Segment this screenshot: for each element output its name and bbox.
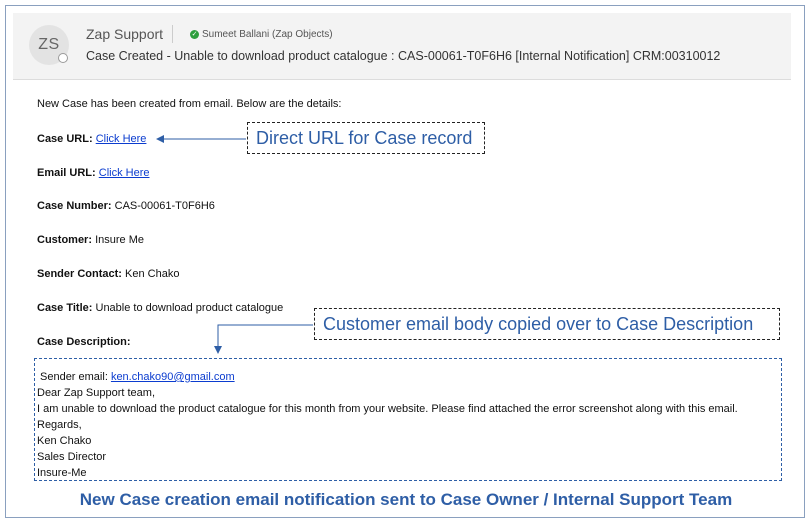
email-url-link[interactable]: Click Here [99, 167, 150, 179]
description-line: Dear Zap Support team, [37, 387, 156, 399]
online-check-icon: ✓ [190, 30, 199, 39]
sender-contact-label: Sender Contact: [37, 268, 122, 280]
customer-value: Insure Me [95, 234, 144, 246]
case-description-label: Case Description: [37, 336, 131, 348]
description-line: Insure-Me [37, 467, 87, 479]
email-subject: Case Created - Unable to download produc… [86, 49, 721, 63]
description-line: Ken Chako [37, 435, 92, 447]
description-line: Sales Director [37, 451, 107, 463]
email-url-label: Email URL: [37, 167, 96, 179]
case-title-row: Case Title: Unable to download product c… [37, 302, 283, 314]
email-header: ZS Zap Support ✓ Sumeet Ballani (Zap Obj… [13, 13, 791, 80]
sender-email-label: Sender email: [40, 371, 108, 383]
figure-caption: New Case creation email notification sen… [79, 490, 733, 509]
case-title-value: Unable to download product catalogue [95, 302, 284, 314]
body-intro: New Case has been created from email. Be… [37, 98, 342, 110]
case-number-label: Case Number: [37, 200, 112, 212]
case-title-label: Case Title: [37, 302, 93, 314]
avatar-initials: ZS [38, 36, 60, 53]
sender-email-link[interactable]: ken.chako90@gmail.com [111, 371, 235, 383]
customer-label: Customer: [37, 234, 93, 246]
case-url-label: Case URL: [37, 133, 93, 145]
on-behalf-of[interactable]: ✓ Sumeet Ballani (Zap Objects) [190, 29, 333, 40]
callout-description: Customer email body copied over to Case … [314, 308, 780, 340]
description-line: I am unable to download the product cata… [37, 403, 738, 415]
sender-name[interactable]: Zap Support [86, 26, 163, 42]
case-url-link[interactable]: Click Here [96, 133, 147, 145]
case-url-row: Case URL: Click Here [37, 133, 146, 145]
sender-email-row: Sender email: ken.chako90@gmail.com [40, 371, 235, 383]
sender-contact-row: Sender Contact: Ken Chako [37, 268, 179, 280]
case-number-value: CAS-00061-T0F6H6 [114, 200, 215, 212]
sender-contact-value: Ken Chako [125, 268, 180, 280]
callout-case-url: Direct URL for Case record [247, 122, 485, 154]
customer-row: Customer: Insure Me [37, 234, 144, 246]
email-url-row: Email URL: Click Here [37, 167, 149, 179]
case-number-row: Case Number: CAS-00061-T0F6H6 [37, 200, 215, 212]
on-behalf-name: Sumeet Ballani (Zap Objects) [202, 29, 333, 40]
description-line: Regards, [37, 419, 82, 431]
presence-status-icon [58, 53, 68, 63]
case-description-row: Case Description: [37, 336, 131, 348]
header-divider [172, 25, 173, 43]
